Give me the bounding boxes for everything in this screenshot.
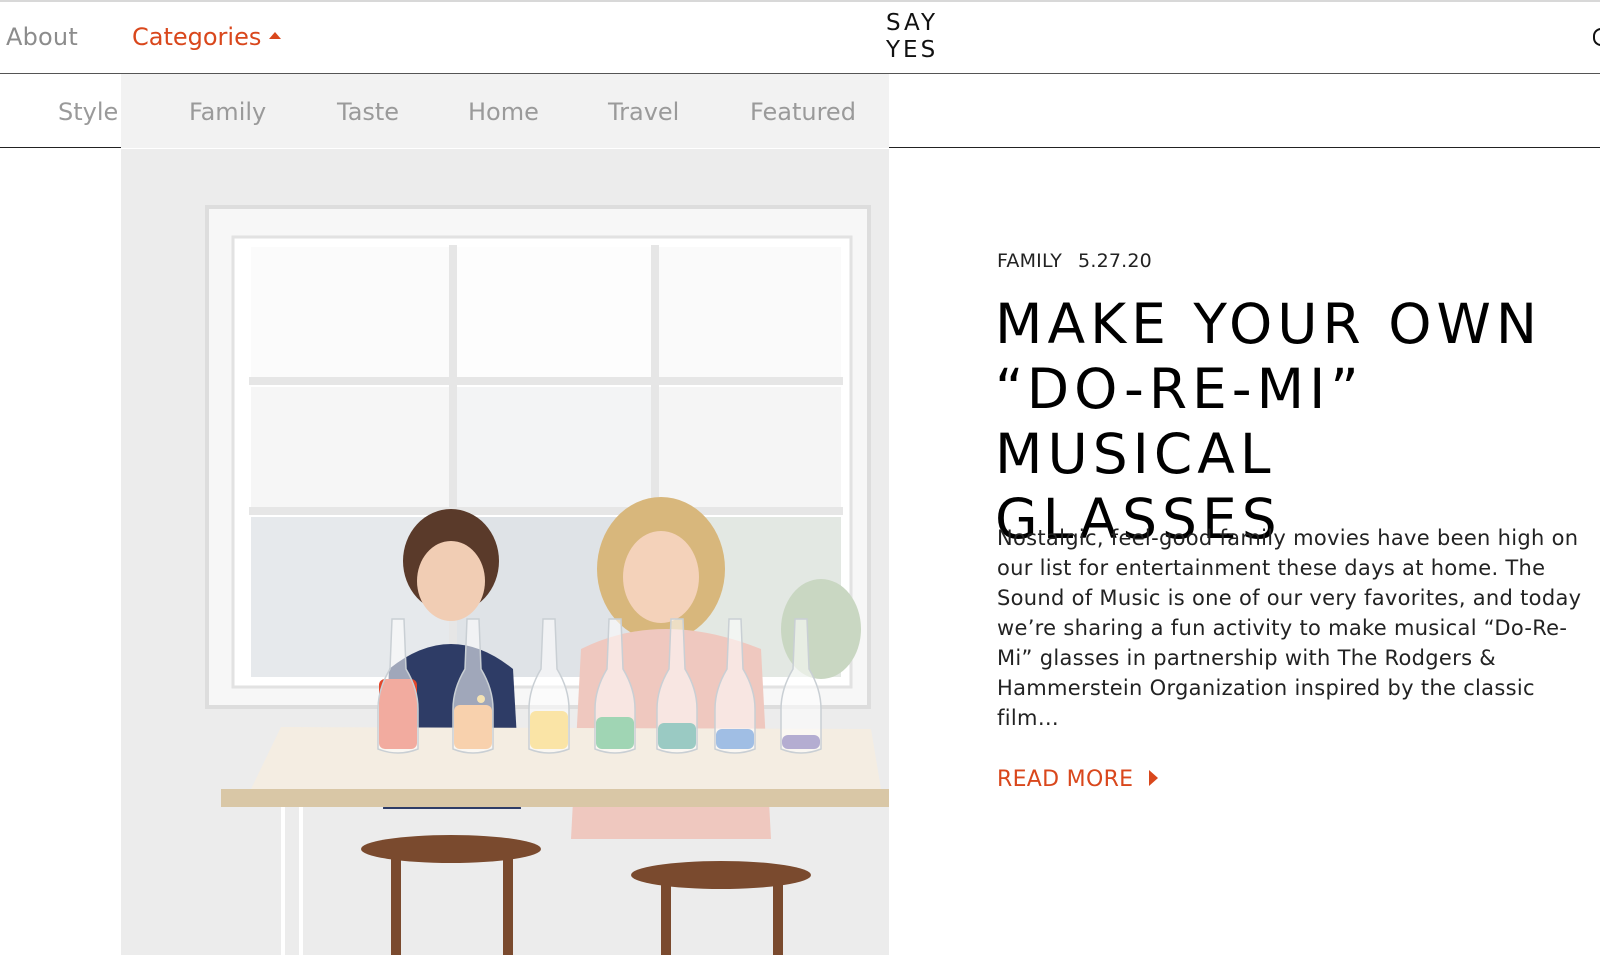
logo-line-1: SAY: [886, 10, 939, 36]
nav-about-link[interactable]: About: [6, 23, 78, 51]
read-more-label: READ MORE: [997, 767, 1134, 792]
read-more-link[interactable]: READ MORE: [997, 767, 1159, 792]
category-subnav-panel: Family Taste Home Travel Featured: [121, 74, 889, 148]
subnav-item-home[interactable]: Home: [468, 98, 539, 126]
subnav-panel-links: Family Taste Home Travel Featured: [121, 74, 889, 148]
hero-illustration: [121, 149, 889, 955]
site-logo[interactable]: SAY YES: [886, 9, 946, 67]
search-icon[interactable]: [1593, 28, 1600, 46]
subnav-item-travel[interactable]: Travel: [608, 98, 679, 126]
post-category-link[interactable]: FAMILY: [997, 250, 1062, 272]
arrow-right-icon: [1149, 770, 1159, 786]
site-header: About Categories SAY YES: [0, 2, 1600, 74]
post-excerpt: Nostalgic, feel-good family movies have …: [997, 526, 1582, 730]
post-hero-image[interactable]: [121, 149, 889, 955]
post-meta: FAMILY 5.27.20: [997, 250, 1152, 272]
logo-line-2: YES: [886, 37, 939, 63]
subnav-item-taste[interactable]: Taste: [337, 98, 399, 126]
subnav-item-style[interactable]: Style: [58, 98, 118, 126]
caret-up-icon: [269, 31, 282, 39]
subnav-item-featured[interactable]: Featured: [750, 98, 856, 126]
post-date: 5.27.20: [1078, 250, 1152, 272]
nav-categories-label: Categories: [132, 23, 262, 51]
post-title[interactable]: Make Your Own “Do-Re-Mi” Musical Glasses: [995, 292, 1575, 552]
subnav-item-family[interactable]: Family: [189, 98, 266, 126]
nav-categories-toggle[interactable]: Categories: [132, 23, 282, 51]
